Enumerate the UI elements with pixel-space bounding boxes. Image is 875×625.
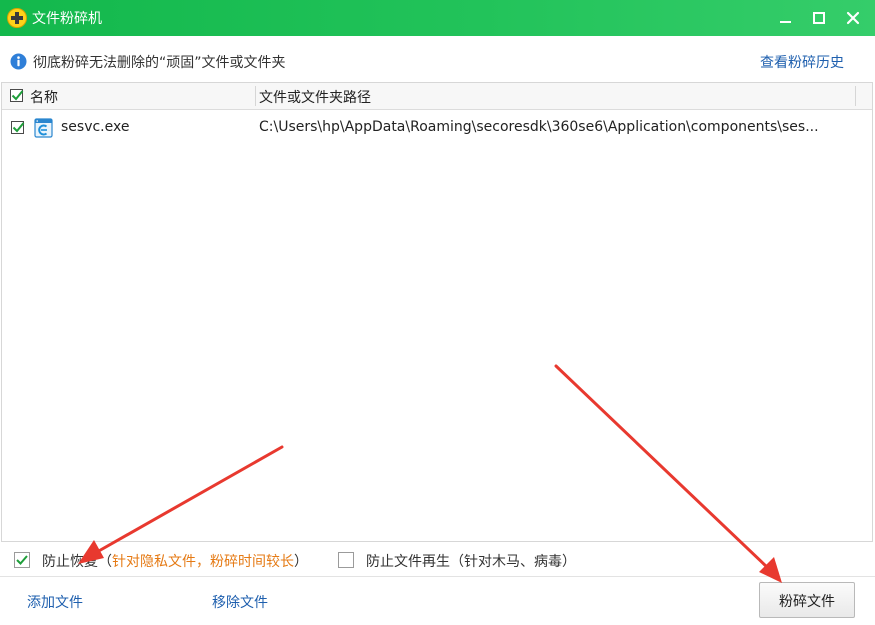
hint-close-paren: ）: [294, 554, 308, 570]
column-header-name[interactable]: 名称: [30, 87, 58, 107]
file-list: 名称 文件或文件夹路径 sesvc.exe C:\Users\hp\AppDat…: [1, 82, 873, 542]
row-checkbox[interactable]: [11, 121, 25, 134]
close-button[interactable]: [841, 6, 865, 30]
anti-recovery-hint: 针对隐私文件，粉碎时间较长: [112, 554, 294, 570]
window-title: 文件粉碎机: [32, 11, 102, 27]
maximize-button[interactable]: [807, 6, 831, 30]
anti-regeneration-label[interactable]: 防止文件再生（针对木马、病毒）: [366, 551, 576, 571]
checkmark-icon: [12, 122, 25, 133]
bottom-bar: 添加文件 移除文件 粉碎文件: [0, 577, 875, 625]
info-text: 彻底粉碎无法删除的“顽固”文件或文件夹: [33, 55, 286, 71]
select-all-checkbox[interactable]: [10, 89, 24, 102]
anti-regeneration-hint: （针对木马、病毒）: [450, 554, 576, 570]
shredder-app-icon: [7, 8, 27, 28]
column-header-path[interactable]: 文件或文件夹路径: [259, 87, 371, 107]
checkmark-icon: [16, 555, 28, 565]
column-divider[interactable]: [855, 86, 856, 106]
column-divider[interactable]: [255, 86, 256, 106]
minimize-icon: [780, 21, 791, 23]
shred-file-button[interactable]: 粉碎文件: [759, 582, 855, 618]
anti-regeneration-checkbox[interactable]: [338, 552, 354, 568]
info-bar: 彻底粉碎无法删除的“顽固”文件或文件夹 查看粉碎历史: [0, 38, 875, 82]
file-name: sesvc.exe: [61, 119, 130, 135]
maximize-icon: [813, 12, 825, 24]
file-path: C:\Users\hp\AppData\Roaming\secoresdk\36…: [259, 119, 819, 135]
title-bar: 文件粉碎机: [0, 0, 875, 36]
info-icon: [10, 53, 27, 70]
anti-recovery-label[interactable]: 防止恢复（针对隐私文件，粉碎时间较长）: [42, 551, 308, 571]
checkmark-icon: [11, 90, 24, 101]
hint-open-paren: （: [98, 554, 112, 570]
add-file-button[interactable]: 添加文件: [27, 592, 83, 612]
table-row[interactable]: sesvc.exe C:\Users\hp\AppData\Roaming\se…: [2, 113, 872, 143]
minimize-button[interactable]: [773, 6, 797, 30]
shred-options: 防止恢复（针对隐私文件，粉碎时间较长） 防止文件再生（针对木马、病毒）: [0, 545, 875, 575]
executable-file-icon: [34, 118, 53, 138]
close-icon: [846, 11, 860, 25]
view-shred-history-link[interactable]: 查看粉碎历史: [760, 52, 844, 72]
anti-recovery-checkbox[interactable]: [14, 552, 30, 568]
list-header: 名称 文件或文件夹路径: [2, 83, 872, 110]
anti-recovery-text: 防止恢复: [42, 554, 98, 570]
anti-regeneration-text: 防止文件再生: [366, 554, 450, 570]
remove-file-button[interactable]: 移除文件: [212, 592, 268, 612]
